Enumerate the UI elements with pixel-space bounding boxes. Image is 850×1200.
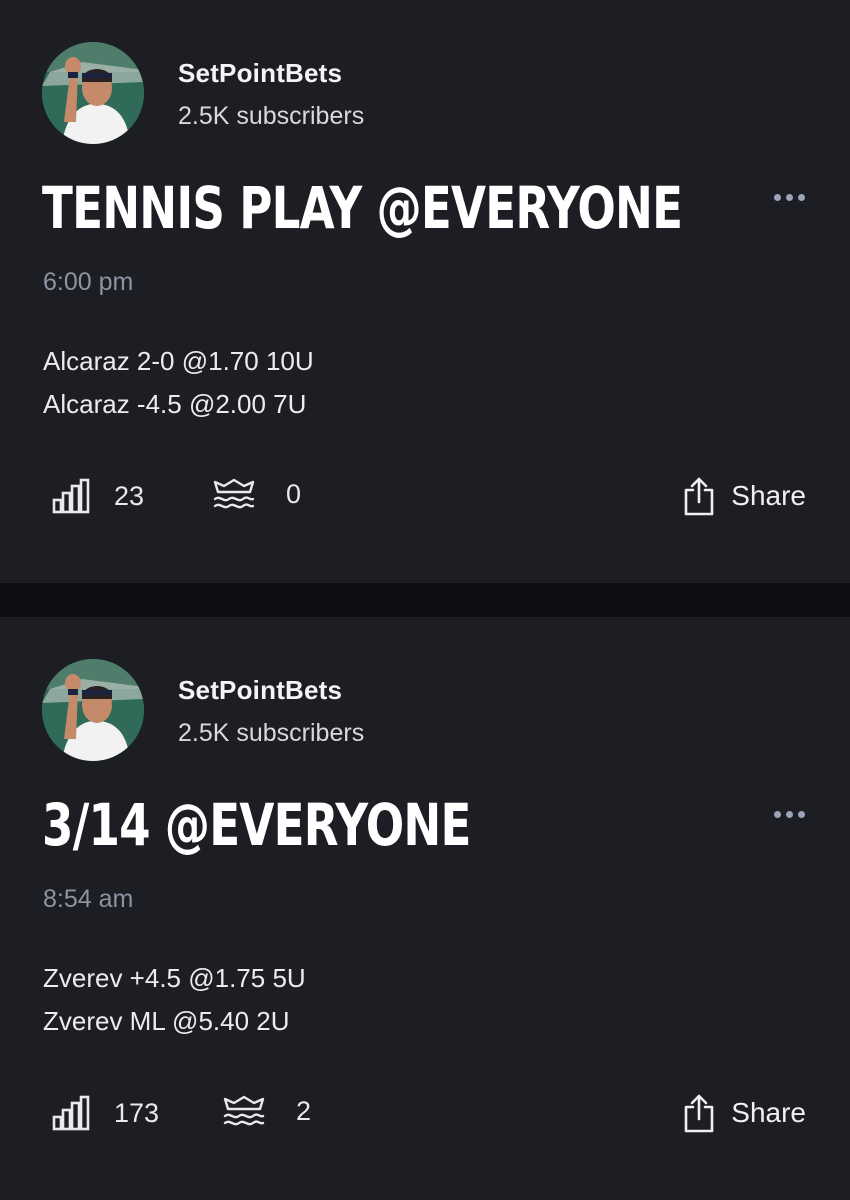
views-stat: 23 bbox=[52, 478, 144, 514]
post-line: Alcaraz 2-0 @1.70 10U bbox=[43, 346, 314, 376]
post-card: SetPointBets 2.5K subscribers 3/14 @EVER… bbox=[0, 617, 850, 1200]
subscriber-count: 2.5K subscribers bbox=[178, 719, 365, 747]
share-label: Share bbox=[731, 480, 806, 511]
reactions-count: 2 bbox=[296, 1095, 312, 1126]
post-title: TENNIS PLAY @EVERYONE bbox=[42, 174, 683, 242]
share-button[interactable]: Share bbox=[683, 476, 806, 516]
post-line: Zverev +4.5 @1.75 5U bbox=[43, 963, 306, 993]
bar-chart-icon bbox=[52, 478, 90, 514]
more-options-button[interactable] bbox=[770, 803, 808, 825]
reactions-stat[interactable]: 0 bbox=[212, 478, 301, 510]
share-button[interactable]: Share bbox=[683, 1093, 806, 1133]
wave-icon bbox=[213, 478, 255, 509]
more-options-button[interactable] bbox=[770, 186, 808, 208]
wave-icon bbox=[223, 1095, 265, 1126]
post-time: 8:54 am bbox=[43, 885, 134, 913]
channel-name[interactable]: SetPointBets bbox=[178, 675, 342, 706]
post-line: Alcaraz -4.5 @2.00 7U bbox=[43, 389, 307, 419]
post-time: 6:00 pm bbox=[43, 268, 134, 296]
share-icon bbox=[684, 477, 714, 516]
avatar[interactable] bbox=[42, 42, 144, 144]
subscriber-count: 2.5K subscribers bbox=[178, 102, 365, 130]
bar-chart-icon bbox=[52, 1095, 90, 1131]
channel-name[interactable]: SetPointBets bbox=[178, 58, 342, 89]
post-line: Zverev ML @5.40 2U bbox=[43, 1006, 290, 1036]
more-dots-icon bbox=[773, 810, 781, 818]
reactions-stat[interactable]: 2 bbox=[222, 1095, 311, 1127]
reactions-count: 0 bbox=[286, 478, 302, 509]
avatar[interactable] bbox=[42, 659, 144, 761]
views-count: 173 bbox=[114, 1097, 160, 1128]
post-title: 3/14 @EVERYONE bbox=[42, 791, 471, 859]
share-icon bbox=[684, 1094, 714, 1133]
share-label: Share bbox=[731, 1097, 806, 1128]
more-dots-icon bbox=[773, 193, 781, 201]
post-body: Zverev +4.5 @1.75 5U Zverev ML @5.40 2U bbox=[43, 957, 306, 1043]
post-card: SetPointBets 2.5K subscribers TENNIS PLA… bbox=[0, 0, 850, 583]
post-body: Alcaraz 2-0 @1.70 10U Alcaraz -4.5 @2.00… bbox=[43, 340, 314, 426]
views-count: 23 bbox=[114, 480, 145, 511]
views-stat: 173 bbox=[52, 1095, 159, 1131]
